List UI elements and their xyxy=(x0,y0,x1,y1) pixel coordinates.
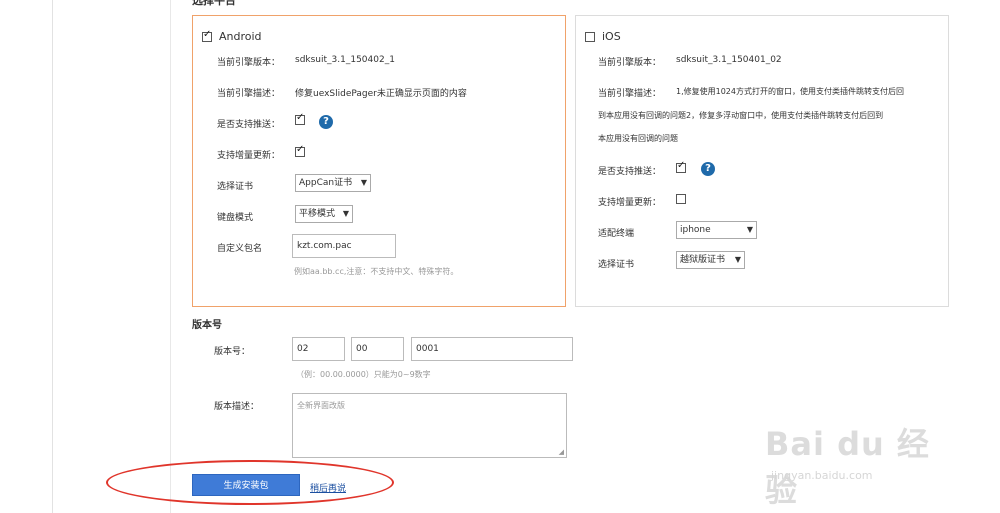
android-package-label: 自定义包名 xyxy=(217,244,263,254)
ios-engine-desc-line: 到本应用没有回调的问题2，修复多浮动窗口中，使用支付类插件跳转支付后回到 xyxy=(598,111,884,120)
ios-engine-desc-line: 本应用没有回调的问题 xyxy=(598,134,678,143)
android-push-checkbox[interactable] xyxy=(295,112,305,125)
version-hint: （例：00.00.0000）只能为0~9数字 xyxy=(296,370,431,379)
ios-platform-label: iOS xyxy=(602,30,621,43)
android-keyboard-value: 平移模式 xyxy=(299,209,336,219)
watermark-logo-text: Bai du 经验 xyxy=(765,425,930,509)
android-cert-select[interactable]: AppCan证书 ▼ xyxy=(295,174,371,192)
watermark-url: jingyan.baidu.com xyxy=(771,469,873,482)
version-label: 版本号： xyxy=(214,347,251,357)
android-package-input[interactable]: kzt.com.pac xyxy=(292,234,396,258)
ios-platform-checkbox[interactable] xyxy=(585,32,595,42)
baidu-watermark: Bai du 经验 jingyan.baidu.com xyxy=(745,405,950,509)
chevron-down-icon: ▼ xyxy=(746,225,753,234)
android-keyboard-label: 键盘模式 xyxy=(217,213,254,223)
resize-handle-icon[interactable]: ◢ xyxy=(559,448,564,456)
android-incremental-label: 支持增量更新： xyxy=(217,151,281,161)
android-cert-value: AppCan证书 xyxy=(299,178,353,188)
platform-section-title: 选择平台 xyxy=(192,0,236,7)
ios-incremental-label: 支持增量更新： xyxy=(598,198,662,208)
android-panel: Android 当前引擎版本： sdksuit_3.1_150402_1 当前引… xyxy=(192,15,566,307)
version-minor-input[interactable]: 00 xyxy=(351,337,404,361)
ios-engine-desc-label: 当前引擎描述： xyxy=(598,89,662,99)
later-link[interactable]: 稍后再说 xyxy=(310,481,346,494)
ios-engine-version-label: 当前引擎版本： xyxy=(598,58,662,68)
help-icon[interactable]: ? xyxy=(319,115,333,129)
android-engine-version: sdksuit_3.1_150402_1 xyxy=(295,55,395,65)
android-platform-checkbox[interactable] xyxy=(202,29,212,42)
ios-engine-version: sdksuit_3.1_150401_02 xyxy=(676,55,782,65)
android-package-hint: 例如aa.bb.cc,注意：不支持中文、特殊字符。 xyxy=(294,267,459,276)
ios-device-label: 适配终端 xyxy=(598,229,635,239)
android-cert-label: 选择证书 xyxy=(217,182,254,192)
version-section-title: 版本号 xyxy=(192,320,222,331)
ios-push-label: 是否支持推送： xyxy=(598,167,662,177)
ios-device-select[interactable]: iphone ▼ xyxy=(676,221,757,239)
android-engine-desc: 修复uexSlidePager未正确显示页面的内容 xyxy=(295,89,467,99)
chevron-down-icon: ▼ xyxy=(360,178,367,187)
generate-package-button[interactable]: 生成安装包 xyxy=(192,474,300,496)
ios-incremental-checkbox[interactable] xyxy=(676,194,686,204)
android-incremental-checkbox[interactable] xyxy=(295,144,305,157)
version-desc-label: 版本描述： xyxy=(214,402,260,412)
android-engine-version-label: 当前引擎版本： xyxy=(217,58,281,68)
content-divider xyxy=(170,0,171,513)
version-desc-textarea[interactable]: 全新界面改版 ◢ xyxy=(292,393,567,458)
ios-cert-select[interactable]: 越狱版证书 ▼ xyxy=(676,251,745,269)
chevron-down-icon: ▼ xyxy=(342,209,349,218)
version-major-input[interactable]: 02 xyxy=(292,337,345,361)
ios-cert-label: 选择证书 xyxy=(598,260,635,270)
version-patch-input[interactable]: 0001 xyxy=(411,337,573,361)
android-keyboard-select[interactable]: 平移模式 ▼ xyxy=(295,205,353,223)
help-icon[interactable]: ? xyxy=(701,162,715,176)
android-platform-label: Android xyxy=(219,30,262,43)
chevron-down-icon: ▼ xyxy=(734,255,741,264)
ios-engine-desc-line: 1,修复使用1024方式打开的窗口，使用支付类插件跳转支付后回 xyxy=(676,87,904,96)
left-divider xyxy=(52,0,53,513)
ios-cert-value: 越狱版证书 xyxy=(680,255,726,265)
version-desc-placeholder: 全新界面改版 xyxy=(297,401,345,410)
android-push-label: 是否支持推送： xyxy=(217,120,281,130)
ios-device-value: iphone xyxy=(680,225,711,235)
ios-panel: iOS 当前引擎版本： sdksuit_3.1_150401_02 当前引擎描述… xyxy=(575,15,949,307)
android-engine-desc-label: 当前引擎描述： xyxy=(217,89,281,99)
ios-push-checkbox[interactable] xyxy=(676,160,686,173)
